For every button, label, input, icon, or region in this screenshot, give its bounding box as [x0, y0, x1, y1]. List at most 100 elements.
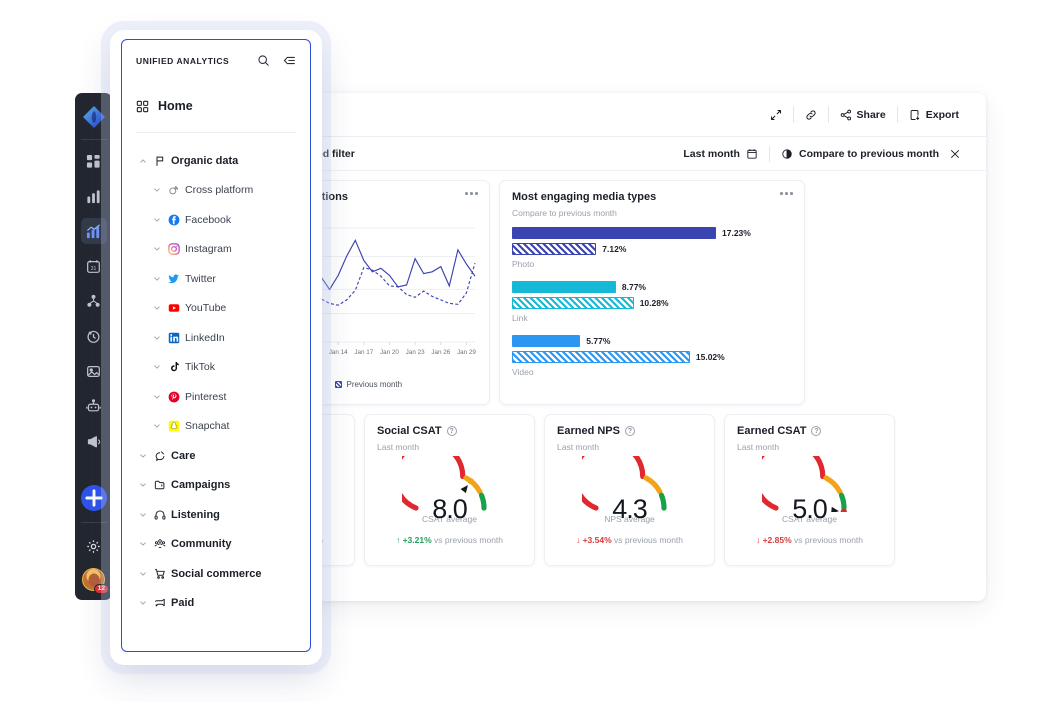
- sidebar-item-twitter[interactable]: Twitter: [122, 264, 310, 294]
- bar-previous[interactable]: [512, 351, 690, 363]
- sidebar-item-label: Listening: [171, 508, 220, 521]
- sidebar-item-label: Organic data: [171, 154, 239, 167]
- sidebar-item-label: Instagram: [185, 243, 232, 256]
- media-bar-chart: 17.23% 7.12% Photo 8.77% 10.28% Link 5.77% 15.0…: [512, 227, 792, 377]
- app-logo-diamond[interactable]: [82, 105, 106, 129]
- gauge-title: Social CSAT: [377, 425, 442, 437]
- compare-contrast-icon: [782, 148, 792, 159]
- bar-current[interactable]: [512, 335, 581, 347]
- svg-text:Jan 29: Jan 29: [457, 349, 476, 356]
- gauge-delta-value: +3.21%: [402, 535, 432, 545]
- export-button[interactable]: Export: [898, 105, 970, 125]
- more-options-icon[interactable]: [780, 192, 793, 195]
- org-network-icon[interactable]: [81, 288, 107, 314]
- sidebar-item-pinterest[interactable]: Pinterest: [122, 382, 310, 412]
- bar-value-current: 5.77%: [586, 336, 611, 346]
- sidebar-item-community[interactable]: Community: [122, 530, 310, 560]
- gauge-period: Last month: [377, 442, 420, 452]
- sidebar-item-youtube[interactable]: YouTube: [122, 294, 310, 324]
- bar-current[interactable]: [512, 281, 616, 293]
- compare-toggle[interactable]: Compare to previous month: [770, 148, 972, 160]
- sidebar-item-linkedin[interactable]: LinkedIn: [122, 323, 310, 353]
- chevron-down-icon[interactable]: [136, 540, 149, 548]
- copy-link-button[interactable]: [794, 105, 828, 125]
- more-options-icon[interactable]: [465, 192, 478, 195]
- svg-text:Jan 23: Jan 23: [406, 349, 425, 356]
- gauge-value: 4.3: [612, 494, 648, 524]
- sidebar-item-cross-platform[interactable]: Cross platform: [122, 176, 310, 206]
- expand-button[interactable]: [759, 105, 793, 125]
- chevron-down-icon[interactable]: [136, 511, 149, 519]
- sidebar-item-snapchat[interactable]: Snapchat: [122, 412, 310, 442]
- dashboard-grid-icon[interactable]: [81, 148, 107, 174]
- sidebar-item-label: Social commerce: [171, 567, 262, 580]
- bar-group-link: 8.77% 10.28% Link: [512, 281, 792, 323]
- help-circle-icon[interactable]: ?: [624, 426, 635, 436]
- chevron-down-icon[interactable]: [150, 186, 163, 194]
- chevron-down-icon[interactable]: [150, 245, 163, 253]
- sidebar-item-instagram[interactable]: Instagram: [122, 235, 310, 265]
- sidebar-item-label: Snapchat: [185, 420, 230, 433]
- avatar[interactable]: 12: [82, 568, 109, 594]
- search-icon[interactable]: [257, 54, 270, 67]
- chevron-down-icon[interactable]: [150, 393, 163, 401]
- create-new-button[interactable]: [80, 485, 107, 511]
- bar-previous[interactable]: [512, 243, 597, 255]
- sidebar-item-label: YouTube: [185, 302, 227, 315]
- calendar-icon[interactable]: 31: [81, 253, 107, 279]
- chevron-down-icon[interactable]: [150, 275, 163, 283]
- sidebar-item-home[interactable]: Home: [122, 99, 310, 113]
- legend-swatch-hatched: [335, 381, 343, 388]
- sidebar-item-care[interactable]: Care: [122, 441, 310, 471]
- trending-chart-icon[interactable]: [80, 218, 107, 244]
- link-icon: [805, 109, 816, 120]
- export-label: Export: [925, 108, 959, 121]
- chevron-down-icon[interactable]: [136, 570, 149, 578]
- chevron-up-icon[interactable]: [136, 157, 149, 165]
- clock-history-icon[interactable]: [81, 323, 107, 349]
- bar-current[interactable]: [512, 227, 716, 239]
- gauge-value: 5.0: [792, 494, 828, 524]
- chevron-down-icon[interactable]: [150, 363, 163, 371]
- bar-previous[interactable]: [512, 297, 634, 309]
- chevron-down-icon[interactable]: [150, 422, 163, 430]
- help-circle-icon[interactable]: ?: [446, 426, 457, 436]
- sidebar-item-label: Facebook: [185, 213, 232, 226]
- megaphone-icon[interactable]: [81, 428, 107, 454]
- chevron-down-icon[interactable]: [136, 599, 149, 607]
- navigation-panel: UNIFIED ANALYTICS Home Organic data Cross…: [110, 30, 322, 665]
- trend-arrow-icon: ↑: [395, 535, 401, 545]
- navigation-panel-inner: UNIFIED ANALYTICS Home Organic data Cross…: [121, 39, 311, 652]
- sidebar-item-campaigns[interactable]: Campaigns: [122, 471, 310, 501]
- chevron-down-icon[interactable]: [136, 452, 149, 460]
- gauge-header: Social CSAT?: [377, 425, 522, 437]
- media-image-icon[interactable]: [81, 358, 107, 384]
- gauge-delta-suffix: vs previous month: [614, 535, 684, 545]
- card-subtitle: Compare to previous month: [512, 208, 617, 218]
- compare-label: Compare to previous month: [798, 147, 939, 160]
- flag-icon: [149, 155, 171, 167]
- chevron-down-icon[interactable]: [150, 216, 163, 224]
- pinterest-icon: [163, 391, 185, 403]
- help-circle-icon[interactable]: ?: [811, 426, 822, 436]
- sidebar-item-organic-data[interactable]: Organic data: [122, 146, 310, 176]
- gauge-delta: ↓ +2.85% vs previous month: [737, 535, 882, 545]
- most-engaging-media-types-card: Most engaging media types Compare to pre…: [499, 180, 805, 405]
- sidebar-item-social-commerce[interactable]: Social commerce: [122, 559, 310, 589]
- share-button[interactable]: Share: [829, 105, 897, 125]
- date-range-picker[interactable]: Last month: [672, 148, 769, 160]
- chevron-down-icon[interactable]: [150, 334, 163, 342]
- bot-icon[interactable]: [81, 393, 107, 419]
- trend-arrow-icon: ↓: [575, 535, 581, 545]
- care-icon: [149, 450, 171, 462]
- chevron-down-icon[interactable]: [136, 481, 149, 489]
- chevron-down-icon[interactable]: [150, 304, 163, 312]
- gear-icon[interactable]: [81, 533, 107, 559]
- sidebar-item-listening[interactable]: Listening: [122, 500, 310, 530]
- collapse-sidebar-icon[interactable]: [283, 54, 296, 67]
- sidebar-item-facebook[interactable]: Facebook: [122, 205, 310, 235]
- analytics-bars-icon[interactable]: [81, 183, 107, 209]
- sidebar-item-tiktok[interactable]: TikTok: [122, 353, 310, 383]
- sidebar-item-paid[interactable]: Paid: [122, 589, 310, 619]
- bar-value-previous: 7.12%: [602, 244, 627, 254]
